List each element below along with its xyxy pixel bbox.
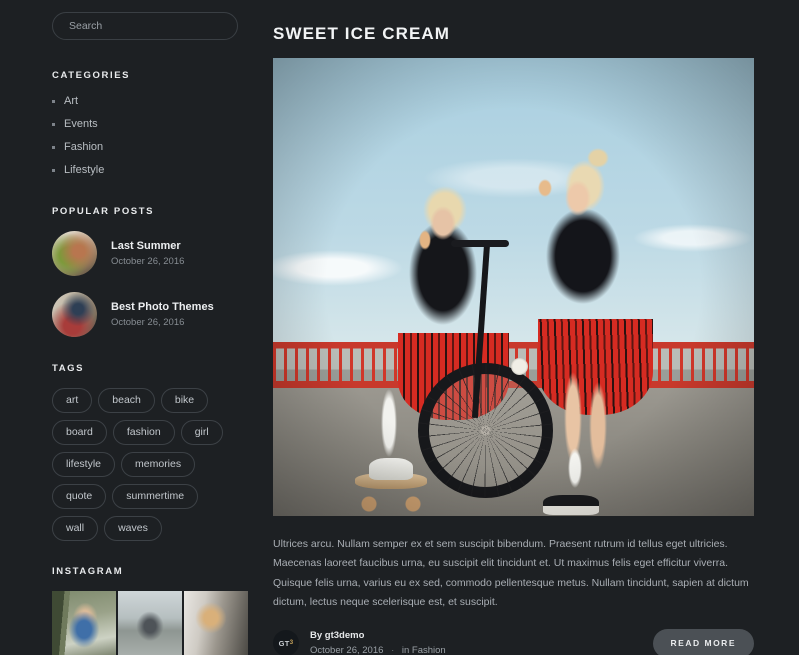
sidebar-item-events[interactable]: Events	[52, 118, 245, 130]
avatar: GT 3	[273, 630, 299, 655]
widget-title-tags: TAGS	[52, 363, 85, 374]
instagram-thumb[interactable]	[118, 591, 182, 655]
avatar-subscript: 3	[289, 640, 294, 647]
avatar-initials: GT	[278, 638, 290, 648]
post-category-link[interactable]: Fashion	[412, 645, 446, 655]
instagram-thumb[interactable]	[184, 591, 248, 655]
widget-popular-posts: POPULAR POSTS Last Summer October 26, 20…	[52, 206, 245, 337]
sidebar: CATEGORIES Art Events Fashion Lifestyle	[0, 0, 265, 655]
instagram-thumb[interactable]	[52, 591, 116, 655]
widget-title-instagram: INSTAGRAM	[52, 566, 124, 578]
post-thumbnail	[52, 292, 97, 337]
widget-tags: TAGS art beach bike board fashion girl l…	[52, 363, 245, 542]
tag-art[interactable]: art	[52, 388, 93, 414]
post-meta: Best Photo Themes October 26, 2016	[111, 301, 214, 328]
post-title-link[interactable]: Best Photo Themes	[111, 301, 214, 313]
post-excerpt: Ultrices arcu. Nullam semper ex et sem s…	[273, 538, 749, 609]
tag-memories[interactable]: memories	[121, 452, 196, 478]
category-prefix: in	[401, 645, 410, 655]
post-title-link[interactable]: Last Summer	[111, 240, 184, 252]
list-item[interactable]: Best Photo Themes October 26, 2016	[52, 292, 245, 337]
read-more-button[interactable]: READ MORE	[652, 628, 754, 655]
category-link[interactable]: Events	[64, 118, 98, 130]
post-submeta: October 26, 2016 · in Fashion	[310, 645, 446, 655]
tag-bike[interactable]: bike	[160, 388, 209, 414]
author-prefix: By	[310, 630, 323, 642]
tag-waves[interactable]: waves	[104, 516, 162, 542]
post-date: October 26, 2016	[111, 256, 185, 267]
author-lines: By gt3demo October 26, 2016 · in Fashion	[310, 630, 446, 655]
tag-beach[interactable]: beach	[98, 388, 155, 414]
tag-wall[interactable]: wall	[52, 516, 99, 542]
post-date: October 26, 2016	[111, 317, 185, 328]
tag-board[interactable]: board	[52, 420, 107, 446]
widget-categories: CATEGORIES Art Events Fashion Lifestyle	[52, 70, 245, 176]
post-featured-image[interactable]	[273, 58, 754, 516]
search-input[interactable]	[52, 12, 238, 40]
sidebar-item-art[interactable]: Art	[52, 95, 245, 107]
page-title: SWEET ICE CREAM	[273, 24, 451, 43]
main-content: SWEET ICE CREAM Ultrices arcu. Nullam se…	[265, 0, 799, 655]
author-name: By gt3demo	[310, 630, 446, 641]
instagram-grid	[52, 591, 248, 655]
tag-fashion[interactable]: fashion	[112, 420, 175, 446]
tag-summertime[interactable]: summertime	[112, 484, 199, 510]
post-footer: GT 3 By gt3demo October 26, 2016 · in Fas…	[273, 628, 754, 655]
post-meta: Last Summer October 26, 2016	[111, 240, 184, 267]
post-date: October 26, 2016	[310, 645, 384, 655]
author-handle[interactable]: gt3demo	[325, 630, 365, 641]
author-block: GT 3 By gt3demo October 26, 2016 · in Fas…	[273, 630, 446, 655]
bullet-icon	[52, 168, 55, 172]
list-item[interactable]: Last Summer October 26, 2016	[52, 231, 245, 276]
tag-lifestyle[interactable]: lifestyle	[52, 452, 116, 478]
tag-girl[interactable]: girl	[180, 420, 223, 446]
post-thumbnail	[52, 231, 97, 276]
category-link[interactable]: Art	[64, 95, 78, 107]
category-link[interactable]: Lifestyle	[64, 164, 104, 176]
widget-instagram: INSTAGRAM	[52, 566, 248, 655]
meta-separator: ·	[391, 645, 395, 655]
bullet-icon	[52, 145, 55, 149]
widget-title-categories: CATEGORIES	[52, 70, 131, 81]
bullet-icon	[52, 122, 55, 126]
category-link[interactable]: Fashion	[64, 141, 103, 153]
category-list: Art Events Fashion Lifestyle	[52, 95, 245, 176]
tag-quote[interactable]: quote	[52, 484, 107, 510]
widget-title-popular-posts: POPULAR POSTS	[52, 206, 155, 217]
bullet-icon	[52, 99, 55, 103]
tag-cloud: art beach bike board fashion girl lifest…	[52, 388, 245, 542]
popular-post-list: Last Summer October 26, 2016 Best Photo …	[52, 231, 245, 337]
blog-page: CATEGORIES Art Events Fashion Lifestyle	[0, 0, 799, 655]
sidebar-item-fashion[interactable]: Fashion	[52, 141, 245, 153]
sidebar-item-lifestyle[interactable]: Lifestyle	[52, 164, 245, 176]
